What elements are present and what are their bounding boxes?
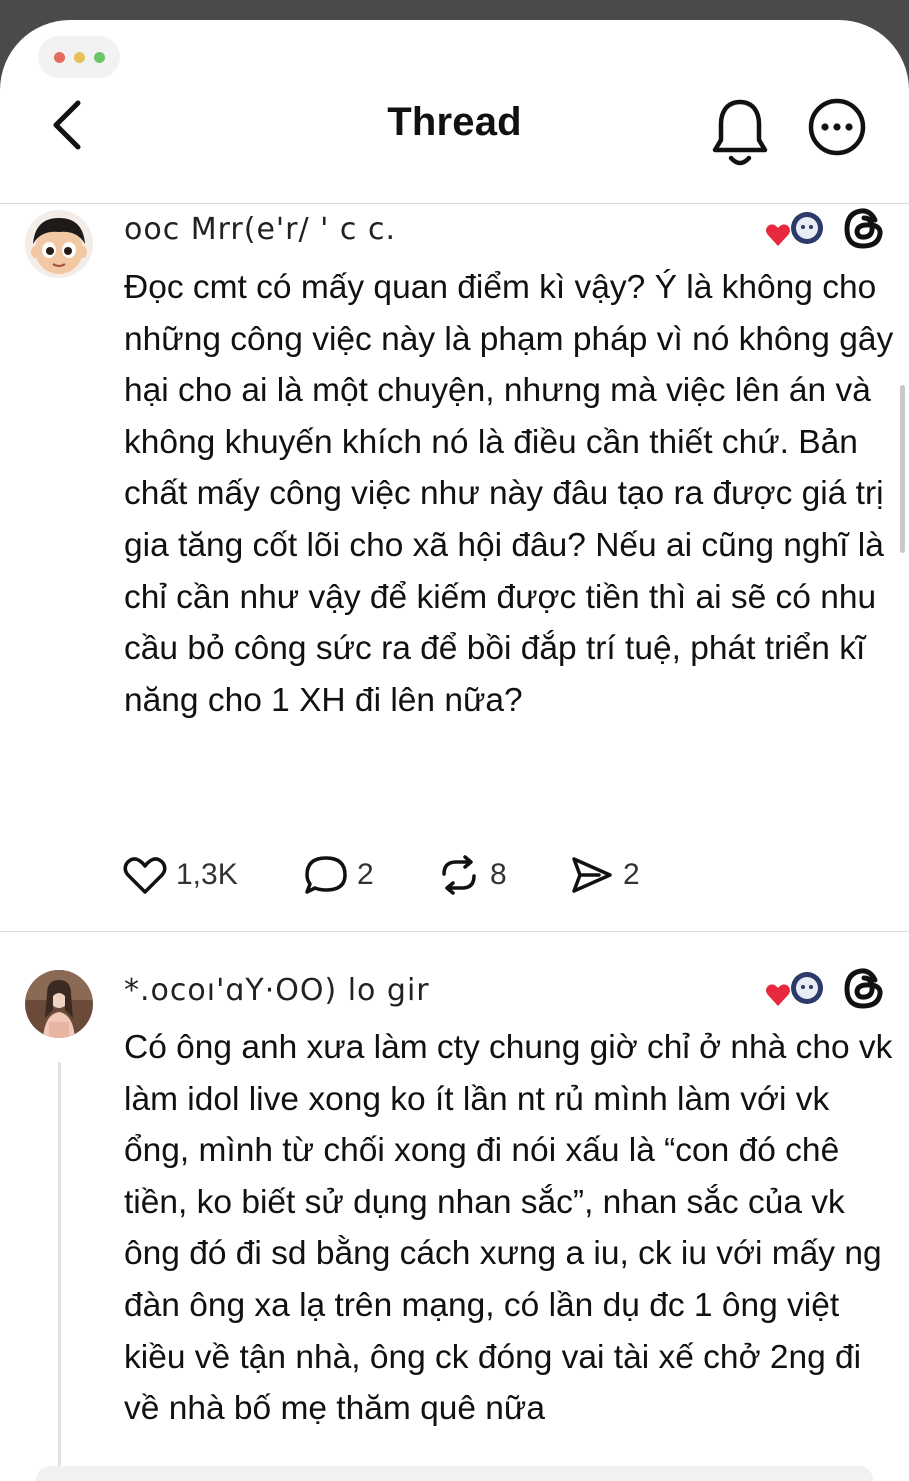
repost-count: 8	[490, 858, 507, 891]
threads-logo-button[interactable]	[842, 966, 886, 1010]
username[interactable]: ooc Mrr(e'r/ ' c c.	[124, 212, 396, 247]
heart-reaction-icon	[766, 212, 823, 246]
threads-logo-icon	[844, 208, 883, 249]
heart-icon	[123, 857, 167, 894]
post-text: Có ông anh xưa làm cty chung giờ chỉ ở n…	[124, 1029, 893, 1428]
app-window: Thread ooc Mrr(e'r/ ' c c. Đọc cmt có mấ…	[0, 20, 909, 1481]
comment-icon	[305, 856, 347, 894]
avatar[interactable]	[25, 210, 93, 278]
zoom-dot[interactable]	[93, 51, 105, 63]
post-text: Đọc cmt có mấy quan điểm kì vậy? Ý là kh…	[124, 269, 894, 719]
reply-count: 2	[357, 858, 374, 891]
threads-logo-icon	[844, 968, 883, 1009]
share-count: 2	[623, 858, 640, 891]
reaction-badge[interactable]	[764, 210, 826, 250]
send-icon	[572, 857, 612, 893]
header-divider	[0, 203, 909, 204]
window-controls	[38, 36, 120, 78]
like-count: 1,3K	[176, 858, 238, 891]
more-horizontal-icon	[808, 98, 866, 156]
more-options-button[interactable]	[806, 96, 868, 158]
cartoon-avatar-icon	[25, 210, 93, 278]
post-divider	[0, 931, 909, 932]
post-actions: 1,3K 2 8 2	[122, 850, 669, 900]
reaction-badge[interactable]	[764, 970, 826, 1010]
notifications-button[interactable]	[710, 96, 770, 172]
username[interactable]: *.ocoı'ɑY·OO) lo gir	[124, 973, 430, 1008]
threads-logo-button[interactable]	[842, 206, 886, 250]
repost-icon	[442, 855, 476, 895]
bell-icon	[712, 99, 768, 166]
bottom-sheet-edge	[36, 1466, 873, 1481]
photo-avatar-icon	[25, 970, 93, 1038]
repost-button[interactable]: 8	[436, 854, 569, 896]
close-dot[interactable]	[53, 51, 65, 63]
heart-reaction-icon	[766, 972, 823, 1006]
page-title: Thread	[387, 100, 522, 144]
scrollbar[interactable]	[900, 385, 905, 553]
like-button[interactable]: 1,3K	[122, 854, 303, 896]
header: Thread	[0, 20, 909, 204]
avatar[interactable]	[25, 970, 93, 1038]
share-button[interactable]: 2	[569, 854, 669, 896]
reply-button[interactable]: 2	[303, 854, 436, 896]
reply-thread-line	[58, 1062, 61, 1481]
minimize-dot[interactable]	[73, 51, 85, 63]
